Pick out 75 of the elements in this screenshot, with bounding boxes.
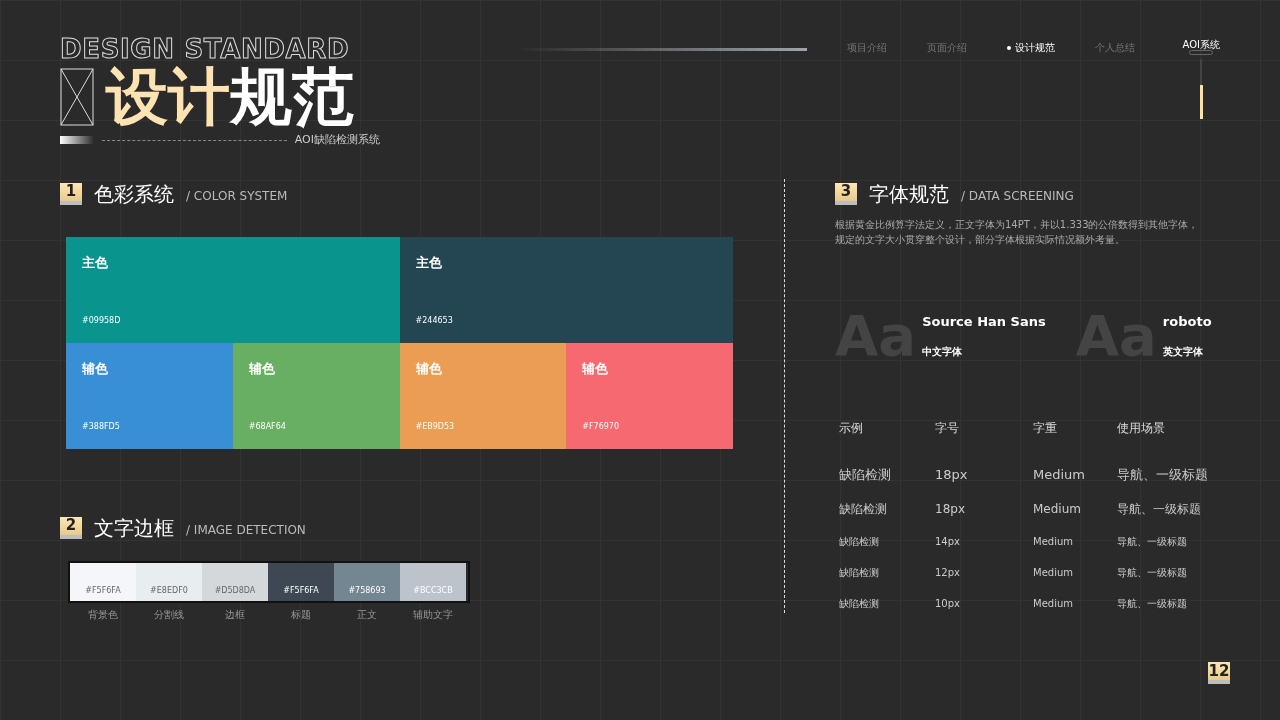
title-main: 规范 <box>230 60 354 133</box>
column-header: 字重 <box>1033 419 1058 437</box>
table-cell-text: 缺陷检测 <box>839 597 880 611</box>
table-cell-text: Medium <box>1033 465 1086 484</box>
swatch-hex: #BCC3CB <box>413 584 453 597</box>
column-header: 字号 <box>935 419 960 437</box>
font-name: roboto <box>1162 313 1212 332</box>
table-cell-text: 缺陷检测 <box>839 501 888 518</box>
color-hex: #09958D <box>82 314 122 327</box>
gradient-bar <box>60 136 94 145</box>
column-header: 示例 <box>839 419 864 437</box>
column-header: 使用场景 <box>1117 419 1166 437</box>
color-name: 辅色 <box>415 359 443 378</box>
swatch-label: 辅助文字 <box>412 607 454 622</box>
table-cell-text: 12px <box>935 566 961 580</box>
image-placeholder-icon <box>60 68 94 126</box>
swatch-label: 边框 <box>224 607 246 622</box>
color-name: 辅色 <box>82 359 109 378</box>
table-cell-text: 缺陷检测 <box>839 465 892 484</box>
table-cell-text: Medium <box>1033 535 1074 549</box>
swatch-hex: #758693 <box>348 584 386 597</box>
color-hex: #68AF64 <box>248 420 287 433</box>
nav-tab[interactable]: 个人总结 <box>1094 40 1135 55</box>
table-cell-text: 缺陷检测 <box>839 535 880 549</box>
table-cell-text: Medium <box>1033 501 1082 518</box>
swatch-hex: #E8EDF0 <box>150 584 188 597</box>
section-number: 1 <box>60 182 82 205</box>
color-hex: #F76970 <box>582 420 620 433</box>
table-cell-text: 缺陷检测 <box>839 566 880 580</box>
brand-label: AOI系统 <box>1182 40 1220 50</box>
table-cell-text: 10px <box>935 597 961 611</box>
color-hex: #388FD5 <box>82 420 121 433</box>
section-title: 色彩系统 <box>94 180 174 208</box>
font-caption: 英文字体 <box>1162 344 1204 359</box>
subtitle: AOI缺陷检测系统 <box>294 132 380 148</box>
table-cell-text: 14px <box>935 535 961 549</box>
title-accent: 设计 <box>106 60 230 133</box>
swatch-hex: #D5D8DA <box>214 584 256 597</box>
swatch-hex: #F5F6FA <box>283 584 319 597</box>
font-name: Source Han Sans <box>922 313 1046 332</box>
swatch-label: 正文 <box>356 607 378 622</box>
table-cell-text: Medium <box>1033 597 1074 611</box>
table-cell-text: Medium <box>1033 566 1074 580</box>
color-name: 辅色 <box>582 359 610 378</box>
section-subtitle: / COLOR SYSTEM <box>186 187 288 205</box>
color-name: 主色 <box>82 253 109 272</box>
nav-tab[interactable]: 设计规范 <box>1006 40 1055 55</box>
description: 根据黄金比例算字法定义，正文字体为14PT，并以1.333的公倍数得到其他字体，规定的文字大小贯穿整个设计，部分字体根据实际情况额外考量。 <box>835 217 1200 247</box>
nav-tab[interactable]: 项目介绍 <box>846 40 887 55</box>
color-hex: #EB9D53 <box>415 420 456 433</box>
table-cell-text: 导航、一级标题 <box>1117 597 1188 611</box>
swatch-hex: #F5F6FA <box>85 584 121 597</box>
section-subtitle: / DATA SCREENING <box>961 187 1074 205</box>
table-cell-text: 导航、一级标题 <box>1117 501 1202 518</box>
swatch-label: 标题 <box>290 607 312 622</box>
section-number: 2 <box>60 516 82 539</box>
swatch-label: 分割线 <box>153 607 185 622</box>
outline-title: DESIGN STANDARD <box>60 36 351 62</box>
color-name: 主色 <box>415 253 443 272</box>
table-cell-text: 导航、一级标题 <box>1117 566 1188 580</box>
section-title: 字体规范 <box>869 180 949 208</box>
scroll-indicator <box>1200 85 1204 119</box>
section-number: 3 <box>835 182 857 205</box>
section-title: 文字边框 <box>94 514 174 542</box>
nav-tab[interactable]: 页面介绍 <box>926 40 967 55</box>
table-cell-text: 18px <box>935 465 969 484</box>
color-hex: #244653 <box>415 314 454 327</box>
table-cell-text: 导航、一级标题 <box>1117 465 1208 484</box>
table-cell-text: 导航、一级标题 <box>1117 535 1188 549</box>
swatch-label: 背景色 <box>87 607 119 622</box>
table-cell-text: 18px <box>935 501 966 518</box>
font-caption: 中文字体 <box>922 344 964 359</box>
section-subtitle: / IMAGE DETECTION <box>186 521 306 539</box>
page-number: 12 <box>1208 662 1230 684</box>
color-name: 辅色 <box>248 359 276 378</box>
